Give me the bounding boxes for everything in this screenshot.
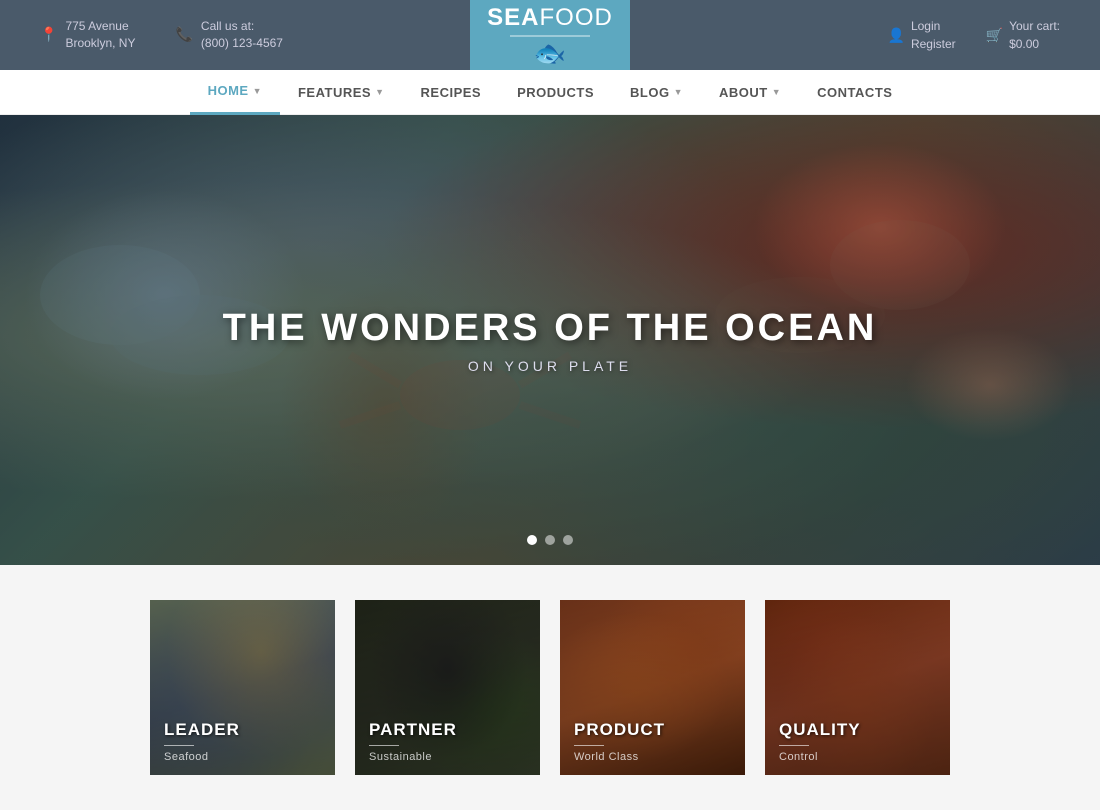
- card-quality-bg: QUALITY Control: [765, 600, 950, 775]
- hero-dot-1[interactable]: [527, 535, 537, 545]
- login-link[interactable]: Login: [911, 17, 956, 35]
- hero-dots: [527, 535, 573, 545]
- cards-section: LEADER Seafood PARTNER Sustainable PRODU…: [0, 565, 1100, 810]
- nav-blog[interactable]: BLOG ▼: [612, 70, 701, 115]
- register-link[interactable]: Register: [911, 35, 956, 53]
- logo-sea: SEA: [487, 4, 539, 32]
- nav-bar: HOME ▼ FEATURES ▼ RECIPES PRODUCTS BLOG …: [0, 70, 1100, 115]
- card-product-overlay: PRODUCT World Class: [560, 708, 745, 775]
- phone-icon: 📞: [175, 25, 192, 45]
- nav-about-arrow: ▼: [772, 87, 781, 97]
- nav-recipes[interactable]: RECIPES: [403, 70, 500, 115]
- nav-home-arrow: ▼: [253, 86, 262, 96]
- nav-contacts[interactable]: CONTACTS: [799, 70, 910, 115]
- cart-icon: 🛒: [986, 27, 1003, 44]
- hero-section: THE WONDERS OF THE OCEAN ON YOUR PLATE: [0, 115, 1100, 565]
- card-partner-subtitle: Sustainable: [369, 751, 526, 763]
- nav-features-arrow: ▼: [375, 87, 384, 97]
- card-product[interactable]: PRODUCT World Class: [560, 600, 745, 775]
- nav-products[interactable]: PRODUCTS: [499, 70, 612, 115]
- card-partner[interactable]: PARTNER Sustainable: [355, 600, 540, 775]
- login-register[interactable]: 👤 Login Register: [888, 17, 956, 53]
- card-leader-overlay: LEADER Seafood: [150, 708, 335, 775]
- top-bar: 📍 775 AvenueBrooklyn, NY 📞 Call us at:(8…: [0, 0, 1100, 70]
- phone-info: 📞 Call us at:(800) 123-4567: [175, 18, 283, 52]
- card-quality[interactable]: QUALITY Control: [765, 600, 950, 775]
- nav-blog-arrow: ▼: [674, 87, 683, 97]
- card-partner-bg: PARTNER Sustainable: [355, 600, 540, 775]
- card-partner-title: PARTNER: [369, 720, 526, 740]
- hero-dot-3[interactable]: [563, 535, 573, 545]
- top-bar-right: 👤 Login Register 🛒 Your cart: $0.00: [888, 17, 1060, 53]
- hero-subtitle: ON YOUR PLATE: [223, 358, 878, 374]
- nav-about[interactable]: ABOUT ▼: [701, 70, 799, 115]
- logo-fish-icon: 🐟: [534, 40, 566, 66]
- cart-label: Your cart:: [1009, 17, 1060, 35]
- nav-home-label: HOME: [208, 83, 249, 98]
- card-quality-divider: [779, 745, 809, 746]
- top-bar-left: 📍 775 AvenueBrooklyn, NY 📞 Call us at:(8…: [40, 18, 283, 52]
- nav-features-label: FEATURES: [298, 85, 371, 100]
- nav-home[interactable]: HOME ▼: [190, 70, 280, 115]
- hero-background: THE WONDERS OF THE OCEAN ON YOUR PLATE: [0, 115, 1100, 565]
- logo-food: FOOD: [540, 4, 613, 32]
- hero-text-block: THE WONDERS OF THE OCEAN ON YOUR PLATE: [223, 307, 878, 374]
- card-product-title: PRODUCT: [574, 720, 731, 740]
- card-partner-divider: [369, 745, 399, 746]
- card-partner-overlay: PARTNER Sustainable: [355, 708, 540, 775]
- phone-text: Call us at:(800) 123-4567: [201, 18, 283, 52]
- card-quality-title: QUALITY: [779, 720, 936, 740]
- card-quality-overlay: QUALITY Control: [765, 708, 950, 775]
- user-icon: 👤: [888, 27, 905, 44]
- card-leader-divider: [164, 745, 194, 746]
- card-product-bg: PRODUCT World Class: [560, 600, 745, 775]
- location-icon: 📍: [40, 25, 57, 45]
- nav-about-label: ABOUT: [719, 85, 768, 100]
- nav-recipes-label: RECIPES: [421, 85, 482, 100]
- card-leader-bg: LEADER Seafood: [150, 600, 335, 775]
- card-leader-subtitle: Seafood: [164, 751, 321, 763]
- nav-features[interactable]: FEATURES ▼: [280, 70, 403, 115]
- card-leader[interactable]: LEADER Seafood: [150, 600, 335, 775]
- cart-amount: $0.00: [1009, 35, 1060, 53]
- nav-blog-label: BLOG: [630, 85, 670, 100]
- card-leader-title: LEADER: [164, 720, 321, 740]
- cart-info[interactable]: 🛒 Your cart: $0.00: [986, 17, 1060, 53]
- hero-dot-2[interactable]: [545, 535, 555, 545]
- address-text: 775 AvenueBrooklyn, NY: [65, 18, 135, 52]
- card-product-divider: [574, 745, 604, 746]
- address-info: 📍 775 AvenueBrooklyn, NY: [40, 18, 135, 52]
- card-quality-subtitle: Control: [779, 751, 936, 763]
- logo[interactable]: SEA FOOD 🐟: [470, 0, 630, 70]
- card-product-subtitle: World Class: [574, 751, 731, 763]
- hero-title: THE WONDERS OF THE OCEAN: [223, 307, 878, 350]
- nav-contacts-label: CONTACTS: [817, 85, 892, 100]
- nav-products-label: PRODUCTS: [517, 85, 594, 100]
